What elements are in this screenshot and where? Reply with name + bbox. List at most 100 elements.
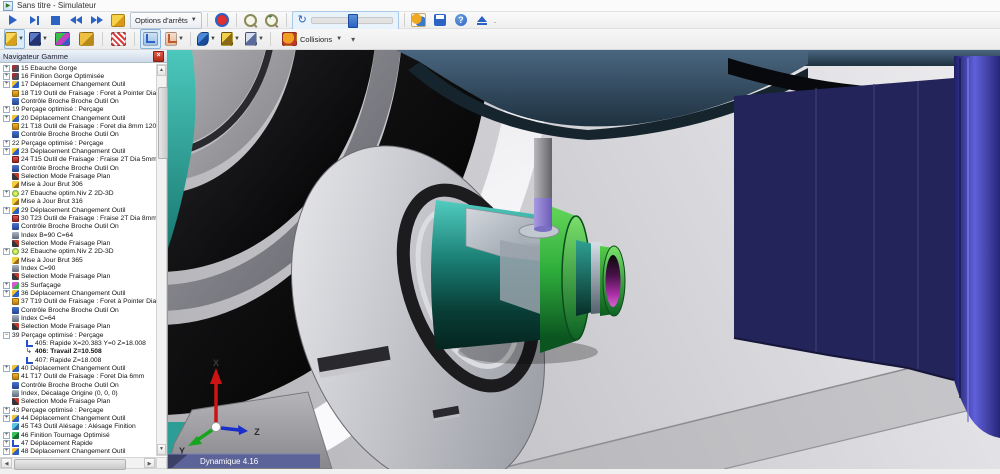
refresh-view-icon[interactable]: ↻ [298,15,307,26]
tree-item[interactable]: +32 Ebauche optim.Niv Z 2D-3D [0,248,156,256]
toolbar-overflow[interactable]: ▾ [351,35,355,44]
tree-item[interactable]: Selection Mode Fraisage Plan [0,323,156,331]
tree-item[interactable]: 41 T17 Outil de Fraisage : Foret Dia 6mm [0,373,156,381]
tree-item[interactable]: Selection Mode Fraisage Plan [0,172,156,180]
settings-button[interactable] [410,12,428,29]
tree-item[interactable]: Contrôle Broche Broche Outil On [0,97,156,105]
play-to-next-button[interactable] [25,12,43,29]
stop-button[interactable] [46,12,64,29]
save-button[interactable] [431,12,449,29]
tree-item[interactable]: Index C=90 [0,264,156,272]
tree-item[interactable]: Contrôle Broche Broche Outil On [0,131,156,139]
horizontal-scrollbar[interactable]: ◀ ▶ [0,457,156,469]
zoom-in-button[interactable] [263,12,281,29]
record-button[interactable] [213,12,231,29]
tree-item[interactable]: +47 Déplacement Rapide [0,439,156,447]
scroll-up-icon[interactable]: ▲ [157,65,166,76]
tree-item[interactable]: +36 Déplacement Changement Outil [0,289,156,297]
tree-expand-toggle[interactable]: + [3,440,10,447]
tree-item[interactable]: Selection Mode Fraisage Plan [0,273,156,281]
tree-expand-toggle[interactable]: + [3,115,10,122]
tree-item[interactable]: −39 Perçage optimisé : Perçage [0,331,156,339]
scroll-left-icon[interactable]: ◀ [1,458,12,468]
tree-item[interactable]: Contrôle Broche Broche Outil On [0,381,156,389]
tree-item[interactable]: Index, Décalage Origine (0, 0, 0) [0,389,156,397]
tree-expand-toggle[interactable]: + [3,290,10,297]
tree-item[interactable]: +35 Surfaçage [0,281,156,289]
step-forward-button[interactable] [88,12,106,29]
tree-expand-toggle[interactable]: + [3,73,10,80]
vertical-scrollbar-thumb[interactable] [158,87,168,159]
toolbar-overflow[interactable]: . [494,16,496,25]
stock-display-button[interactable]: ▼ [4,29,25,49]
step-back-button[interactable] [67,12,85,29]
collisions-button[interactable]: Collisions ▼ [276,30,348,49]
scroll-right-icon[interactable]: ▶ [144,458,155,468]
tree-item[interactable]: +44 Déplacement Changement Outil [0,414,156,422]
part-display-button[interactable] [52,29,73,49]
tree-expand-toggle[interactable]: + [3,207,10,214]
tree-expand-toggle[interactable]: + [3,248,10,255]
tree-item[interactable]: +40 Déplacement Changement Outil [0,364,156,372]
analysis-graph-button[interactable] [140,29,161,49]
tree-expand-toggle[interactable]: + [3,65,10,72]
measure2-button[interactable]: ▼ [244,29,265,49]
tree-item[interactable]: +27 Ebauche optim.Niv Z 2D-3D [0,189,156,197]
tree-item[interactable]: +17 Déplacement Changement Outil [0,81,156,89]
tree-expand-toggle[interactable]: + [3,448,10,455]
stop-options-button[interactable]: Options d'arrêts ▼ [130,12,202,29]
tree-item[interactable]: Selection Mode Fraisage Plan [0,239,156,247]
close-icon[interactable]: × [153,51,164,62]
tree-expand-toggle[interactable]: + [3,415,10,422]
tree-expand-toggle[interactable]: + [3,106,10,113]
scroll-down-icon[interactable]: ▼ [157,444,166,455]
tree-expand-toggle[interactable]: + [3,365,10,372]
tree-item[interactable]: 37 T19 Outil de Fraisage : Foret à Point… [0,298,156,306]
tree-item[interactable]: Mise à Jour Brut 316 [0,198,156,206]
tree-item[interactable]: 45 T43 Outil Alésage : Alésage Finition [0,423,156,431]
fixture-display-button[interactable] [76,29,97,49]
tree-expand-toggle[interactable]: + [3,407,10,414]
tree-item[interactable]: +19 Perçage optimisé : Perçage [0,106,156,114]
tree-item[interactable]: +48 Déplacement Changement Outil [0,448,156,456]
tree-item[interactable]: Mise à Jour Brut 306 [0,181,156,189]
tree-item[interactable]: Mise à Jour Brut 365 [0,256,156,264]
eject-button[interactable] [473,12,491,29]
tree-item[interactable]: +15 Ebauche Gorge [0,64,156,72]
horizontal-scrollbar-thumb[interactable] [14,459,126,470]
machine-display-button[interactable]: ▼ [28,29,49,49]
viewport-3d[interactable]: X Y Z Dynamique 4.16 [168,50,1000,469]
tree-item[interactable]: Index C=64 [0,314,156,322]
tree-item[interactable]: +23 Déplacement Changement Outil [0,147,156,155]
tree-item[interactable]: +43 Perçage optimisé : Perçage [0,406,156,414]
tree-expand-toggle[interactable]: + [3,432,10,439]
tree-expand-toggle[interactable]: + [3,190,10,197]
play-button[interactable] [4,12,22,29]
reset-simulation-button[interactable] [109,12,127,29]
zoom-out-button[interactable] [242,12,260,29]
tree-item[interactable]: Contrôle Broche Broche Outil On [0,164,156,172]
tree-expand-toggle[interactable]: + [3,148,10,155]
tree-item[interactable]: Contrôle Broche Broche Outil On [0,223,156,231]
tree-item[interactable]: Index B=90 C=64 [0,231,156,239]
tree-expand-toggle[interactable]: − [3,332,10,339]
analysis-graph2-button[interactable]: ▼ [164,29,185,49]
tree-item[interactable]: +22 Perçage optimisé : Perçage [0,139,156,147]
tree-item[interactable]: +20 Déplacement Changement Outil [0,114,156,122]
tree-item[interactable]: Contrôle Broche Broche Outil On [0,306,156,314]
tree-item[interactable]: Selection Mode Fraisage Plan [0,398,156,406]
tree-expand-toggle[interactable]: + [3,140,10,147]
tree-item[interactable]: 30 T23 Outil de Fraisage : Fraise 2T Dia… [0,214,156,222]
tree-item[interactable]: 405: Rapide X=20.383 Y=0 Z=18.008 [0,339,156,347]
tree-item[interactable]: +46 Finition Tournage Optimisé [0,431,156,439]
tree-item[interactable]: 18 T19 Outil de Fraisage : Foret à Point… [0,89,156,97]
speed-slider[interactable] [311,17,393,24]
tree-expand-toggle[interactable]: + [3,81,10,88]
tree-item[interactable]: 407: Rapide Z=18.008 [0,356,156,364]
tree-item[interactable]: 24 T15 Outil de Fraisage : Fraise 2T Dia… [0,156,156,164]
tree-item[interactable]: +29 Déplacement Changement Outil [0,206,156,214]
vertical-scrollbar[interactable]: ▲ ▼ [156,64,167,456]
toolpath-display-button[interactable]: ▼ [196,29,217,49]
measure-button[interactable]: ▼ [220,29,241,49]
tool-display-button[interactable] [108,29,129,49]
